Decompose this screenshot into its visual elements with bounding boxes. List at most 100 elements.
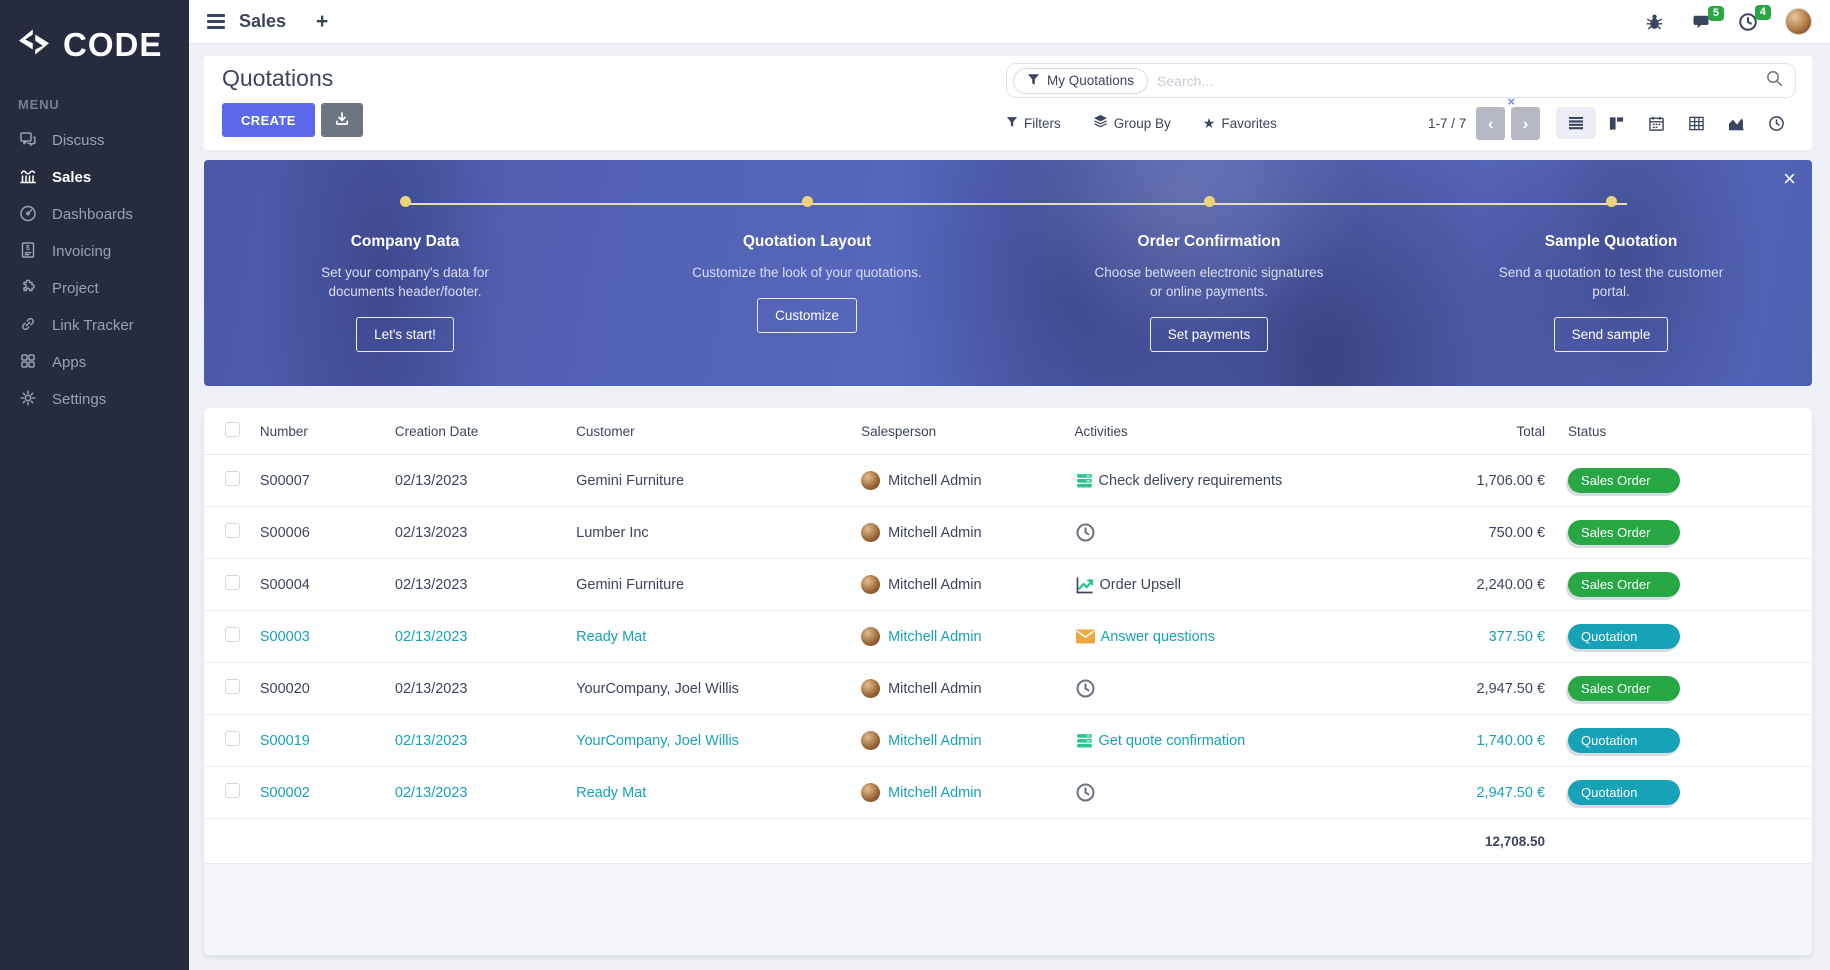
sidebar-item-dashboards[interactable]: Dashboards: [0, 196, 189, 233]
tasks-icon[interactable]: [1075, 471, 1094, 490]
tasks-icon[interactable]: [1075, 731, 1094, 750]
creation-date: 02/13/2023: [394, 472, 468, 489]
search-input[interactable]: [1157, 72, 1766, 89]
list-view-icon[interactable]: [1556, 107, 1596, 139]
new-tab-button[interactable]: +: [316, 11, 328, 32]
search-bar[interactable]: My Quotations ×: [1006, 63, 1796, 109]
main-area: Sales + 5 4 Quotations CREATE My Quotati…: [189, 0, 1830, 970]
customer-name: Gemini Furniture: [576, 472, 685, 489]
lets-start-button[interactable]: Let's start!: [356, 317, 454, 352]
select-all-checkbox[interactable]: [225, 422, 240, 437]
clock-icon[interactable]: [1075, 782, 1096, 803]
group-by-button[interactable]: Group By: [1093, 114, 1171, 132]
search-facet[interactable]: My Quotations: [1013, 67, 1149, 94]
salesperson-name: Mitchell Admin: [888, 732, 982, 749]
table-row[interactable]: S00007 02/13/2023 Gemini Furniture Mitch…: [204, 455, 1812, 507]
star-icon: ★: [1202, 114, 1216, 131]
sidebar-item-settings[interactable]: Settings: [0, 381, 189, 418]
clock-icon[interactable]: [1075, 522, 1096, 543]
salesperson-avatar: [861, 471, 881, 490]
column-header-status[interactable]: Status: [1568, 424, 1812, 439]
row-checkbox[interactable]: [225, 783, 240, 798]
column-header-number[interactable]: Number: [260, 424, 395, 439]
creation-date: 02/13/2023: [394, 680, 468, 697]
table-footer-row: 12,708.50: [204, 819, 1812, 864]
sidebar-item-discuss[interactable]: Discuss: [0, 122, 189, 159]
pager-next-button[interactable]: ›: [1511, 106, 1540, 140]
sidebar-item-invoicing[interactable]: $ Invoicing: [0, 233, 189, 270]
graph-view-icon[interactable]: [1716, 107, 1756, 139]
column-header-creation-date[interactable]: Creation Date: [395, 424, 576, 439]
sidebar-item-project[interactable]: Project: [0, 270, 189, 307]
total-amount: 2,947.50 €: [1476, 784, 1546, 801]
sales-icon: [18, 166, 38, 190]
pager-previous-button[interactable]: ‹: [1476, 106, 1506, 140]
email-icon[interactable]: [1075, 628, 1096, 645]
onboarding-step-order-confirmation: Order Confirmation Choose between electr…: [1008, 160, 1410, 386]
hamburger-menu-icon[interactable]: [207, 14, 225, 29]
step-title: Quotation Layout: [742, 233, 872, 250]
customer-name: Ready Mat: [576, 628, 647, 645]
column-header-customer[interactable]: Customer: [576, 424, 861, 439]
table-row[interactable]: S00019 02/13/2023 YourCompany, Joel Will…: [204, 715, 1812, 767]
send-sample-button[interactable]: Send sample: [1553, 317, 1669, 352]
row-checkbox[interactable]: [225, 471, 240, 486]
total-amount: 1,706.00 €: [1476, 472, 1546, 489]
salesperson-name: Mitchell Admin: [888, 472, 982, 489]
column-header-total[interactable]: Total: [1353, 424, 1546, 439]
total-amount: 750.00 €: [1488, 524, 1546, 541]
quotation-number: S00002: [259, 784, 310, 801]
clock-icon[interactable]: [1075, 678, 1096, 699]
create-button[interactable]: CREATE: [222, 103, 315, 137]
activity-label[interactable]: Get quote confirmation: [1099, 733, 1246, 749]
filters-button[interactable]: Filters: [1006, 116, 1061, 131]
user-avatar[interactable]: [1785, 8, 1812, 35]
activity-view-icon[interactable]: [1756, 107, 1796, 139]
step-description: Choose between electronic signatures or …: [1094, 265, 1324, 299]
sidebar-item-sales[interactable]: Sales: [0, 159, 189, 196]
pivot-view-icon[interactable]: [1676, 107, 1716, 139]
set-payments-button[interactable]: Set payments: [1149, 317, 1269, 352]
chart-icon[interactable]: [1075, 575, 1095, 595]
row-checkbox[interactable]: [225, 731, 240, 746]
table-row[interactable]: S00002 02/13/2023 Ready Mat Mitchell Adm…: [204, 767, 1812, 819]
calendar-view-icon[interactable]: [1636, 107, 1676, 139]
control-panel: Quotations CREATE My Quotations × Search…: [204, 56, 1812, 150]
app-logo[interactable]: CODE: [0, 0, 189, 67]
apps-grid-icon: [18, 351, 38, 375]
timeline-dot: [399, 196, 411, 207]
status-badge: Quotation: [1568, 780, 1681, 805]
kanban-view-icon[interactable]: [1596, 107, 1636, 139]
activity-label[interactable]: Check delivery requirements: [1099, 473, 1283, 489]
row-checkbox[interactable]: [225, 679, 240, 694]
activities-count-badge: 4: [1754, 4, 1771, 20]
column-header-activities[interactable]: Activities: [1075, 424, 1354, 439]
table-row[interactable]: S00004 02/13/2023 Gemini Furniture Mitch…: [204, 559, 1812, 611]
messages-icon[interactable]: 5: [1691, 5, 1724, 31]
table-row[interactable]: S00020 02/13/2023 YourCompany, Joel Will…: [204, 663, 1812, 715]
favorites-button[interactable]: ★ Favorites: [1203, 115, 1277, 132]
table-row[interactable]: S00003 02/13/2023 Ready Mat Mitchell Adm…: [204, 611, 1812, 663]
table-row[interactable]: S00006 02/13/2023 Lumber Inc Mitchell Ad…: [204, 507, 1812, 559]
activities-clock-icon[interactable]: 4: [1738, 4, 1771, 32]
logo-text: CODE: [63, 25, 163, 63]
quotation-number: S00003: [259, 628, 310, 645]
row-checkbox[interactable]: [225, 523, 240, 538]
column-header-salesperson[interactable]: Salesperson: [861, 424, 1074, 439]
filter-funnel-icon: [1027, 73, 1040, 89]
export-button[interactable]: [320, 103, 363, 137]
customize-button[interactable]: Customize: [757, 298, 857, 333]
download-icon: [334, 111, 350, 130]
timeline-dot: [1605, 196, 1617, 207]
favorites-label: Favorites: [1221, 115, 1277, 131]
filters-label: Filters: [1024, 115, 1061, 131]
activity-label[interactable]: Order Upsell: [1100, 577, 1181, 593]
row-checkbox[interactable]: [225, 627, 240, 642]
facet-remove-icon[interactable]: ×: [1507, 94, 1515, 109]
activity-label[interactable]: Answer questions: [1101, 629, 1215, 645]
debug-bug-icon[interactable]: [1645, 12, 1664, 31]
sidebar-item-link-tracker[interactable]: Link Tracker: [0, 307, 189, 344]
search-icon: [1766, 70, 1783, 92]
sidebar-item-apps[interactable]: Apps: [0, 344, 189, 381]
row-checkbox[interactable]: [225, 575, 240, 590]
